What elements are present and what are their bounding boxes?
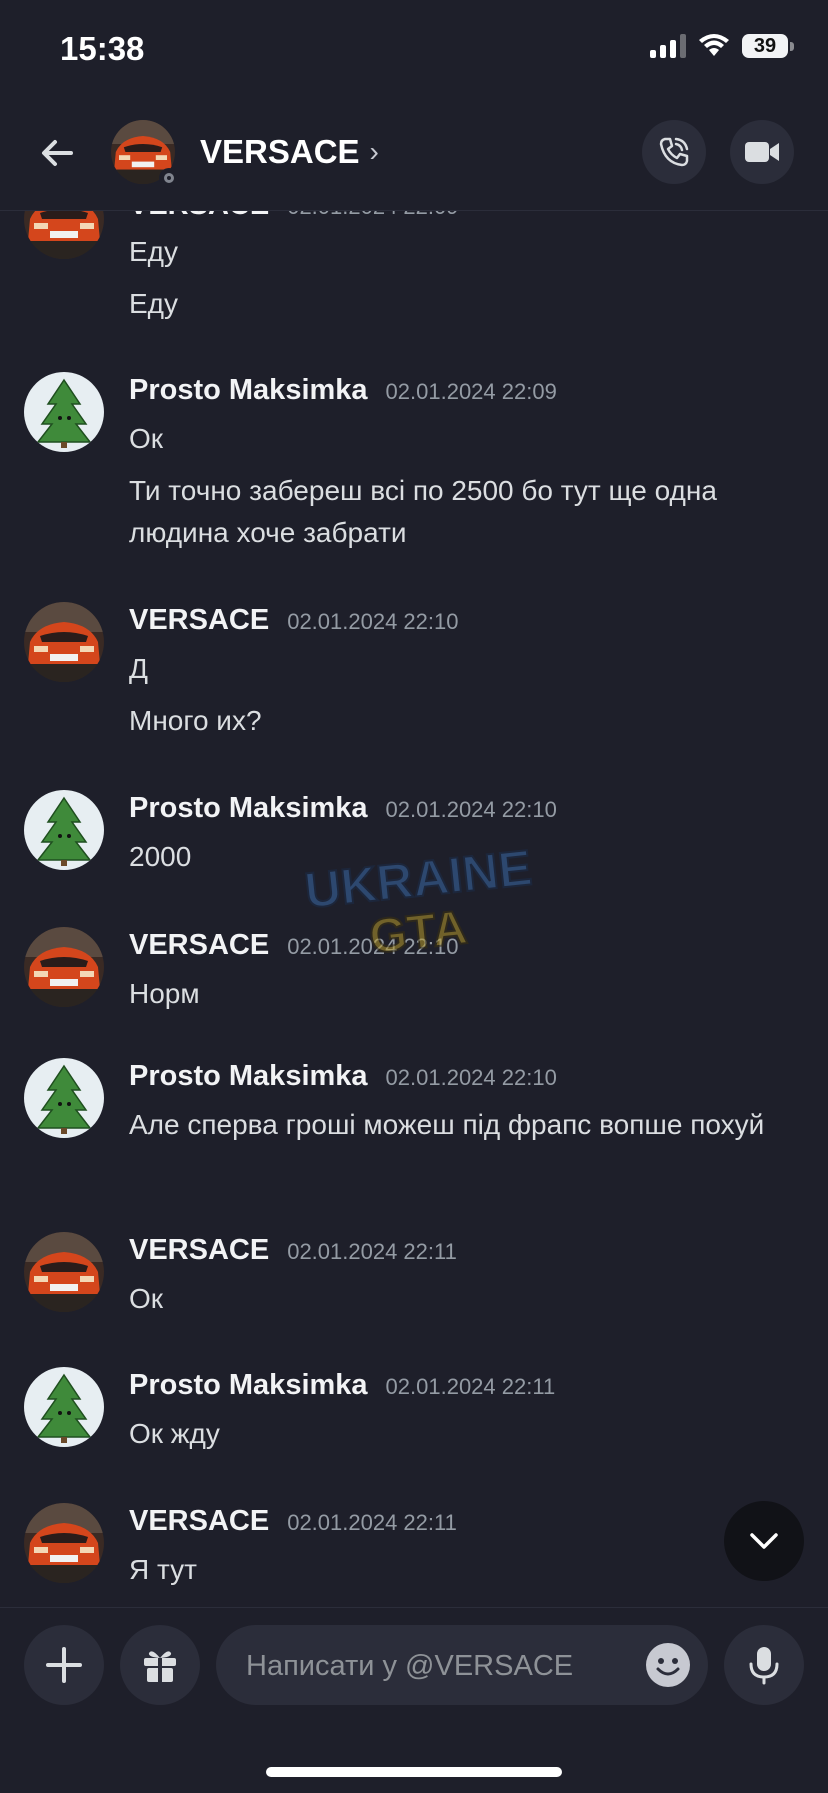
message-input[interactable]	[244, 1625, 628, 1707]
message-header: Prosto Maksimka 02.01.2024 22:10	[129, 1060, 557, 1093]
author-name[interactable]: Prosto Maksimka	[129, 792, 368, 825]
message-text: Ок	[129, 1283, 164, 1314]
message-text: Але сперва гроші можеш під фрапс вопше п…	[129, 1109, 765, 1140]
author-name[interactable]: VERSACE	[129, 1234, 269, 1267]
voice-call-button[interactable]	[642, 120, 706, 184]
message-header: VERSACE 02.01.2024 22:11	[129, 1505, 457, 1538]
message-text: Много их?	[129, 705, 262, 736]
author-name[interactable]: Prosto Maksimka	[129, 1369, 368, 1402]
chat-title[interactable]: VERSACE ›	[200, 133, 379, 171]
timestamp: 02.01.2024 22:09	[385, 379, 557, 404]
message-text: Ок	[129, 423, 164, 454]
phone-call-icon	[659, 137, 689, 167]
author-name[interactable]: VERSACE	[129, 211, 269, 222]
user-avatar[interactable]	[24, 372, 104, 452]
message-input-container	[216, 1625, 708, 1707]
battery-indicator: 39	[742, 34, 794, 58]
offline-status-icon	[159, 168, 179, 188]
timestamp: 02.01.2024 22:10	[287, 609, 459, 634]
author-name[interactable]: Prosto Maksimka	[129, 374, 368, 407]
chevron-down-icon	[750, 1533, 778, 1549]
message-header: Prosto Maksimka 02.01.2024 22:09	[129, 374, 557, 407]
message-header: VERSACE 02.01.2024 22:11	[129, 1234, 457, 1267]
message-header: Prosto Maksimka 02.01.2024 22:10	[129, 792, 557, 825]
message-list[interactable]: VERSACE 02.01.2024 22:09 Еду Еду Prosto …	[0, 211, 828, 1607]
status-bar: 15:38 39	[0, 0, 828, 100]
microphone-icon	[749, 1647, 779, 1685]
user-avatar[interactable]	[24, 1367, 104, 1447]
user-avatar[interactable]	[24, 602, 104, 682]
message-text: Ок жду	[129, 1418, 220, 1449]
user-avatar[interactable]	[24, 211, 104, 259]
video-call-button[interactable]	[730, 120, 794, 184]
user-avatar[interactable]	[24, 790, 104, 870]
user-avatar[interactable]	[24, 1232, 104, 1312]
scroll-to-bottom-button[interactable]	[724, 1501, 804, 1581]
user-avatar[interactable]	[24, 1503, 104, 1583]
message-text: Еду	[129, 236, 179, 267]
home-indicator	[266, 1767, 562, 1777]
chat-header: VERSACE ›	[0, 100, 828, 211]
user-avatar[interactable]	[24, 1058, 104, 1138]
attach-button[interactable]	[24, 1625, 104, 1705]
message-text: 2000	[129, 841, 192, 872]
message-text: Еду	[129, 288, 179, 319]
author-name[interactable]: VERSACE	[129, 929, 269, 962]
message-header: Prosto Maksimka 02.01.2024 22:11	[129, 1369, 555, 1402]
arrow-left-icon	[42, 140, 73, 166]
plus-icon	[46, 1647, 82, 1683]
message-text: Д	[129, 653, 148, 684]
back-button[interactable]	[32, 128, 82, 178]
gift-button[interactable]	[120, 1625, 200, 1705]
message-header: VERSACE 02.01.2024 22:10	[129, 604, 458, 637]
chat-title-text: VERSACE	[200, 133, 360, 170]
voice-message-button[interactable]	[724, 1625, 804, 1705]
status-icons: 39	[650, 34, 794, 58]
user-avatar[interactable]	[24, 927, 104, 1007]
message-text: Норм	[129, 978, 200, 1009]
emoji-button[interactable]	[646, 1643, 690, 1687]
message-header: VERSACE 02.01.2024 22:10	[129, 929, 458, 962]
timestamp: 02.01.2024 22:11	[287, 1510, 457, 1535]
header-avatar[interactable]	[111, 120, 179, 188]
timestamp: 02.01.2024 22:09	[287, 211, 458, 220]
timestamp: 02.01.2024 22:10	[287, 934, 459, 959]
status-time: 15:38	[60, 30, 145, 67]
chevron-right-icon: ›	[369, 136, 379, 167]
message-text: Я тут	[129, 1554, 197, 1585]
timestamp: 02.01.2024 22:10	[385, 797, 557, 822]
timestamp: 02.01.2024 22:11	[287, 1239, 457, 1264]
emoji-smile-icon	[656, 1658, 680, 1676]
author-name[interactable]: Prosto Maksimka	[129, 1060, 368, 1093]
message-composer	[0, 1607, 828, 1793]
message-header: VERSACE 02.01.2024 22:09	[129, 211, 458, 222]
author-name[interactable]: VERSACE	[129, 604, 269, 637]
author-name[interactable]: VERSACE	[129, 1505, 269, 1538]
gift-icon	[144, 1651, 176, 1682]
wifi-icon	[699, 34, 729, 56]
video-camera-icon	[745, 142, 779, 162]
cellular-signal-icon	[650, 34, 686, 58]
timestamp: 02.01.2024 22:10	[385, 1065, 557, 1090]
message-text: Ти точно забереш всі по 2500 бо тут ще о…	[129, 475, 717, 548]
timestamp: 02.01.2024 22:11	[385, 1374, 556, 1399]
